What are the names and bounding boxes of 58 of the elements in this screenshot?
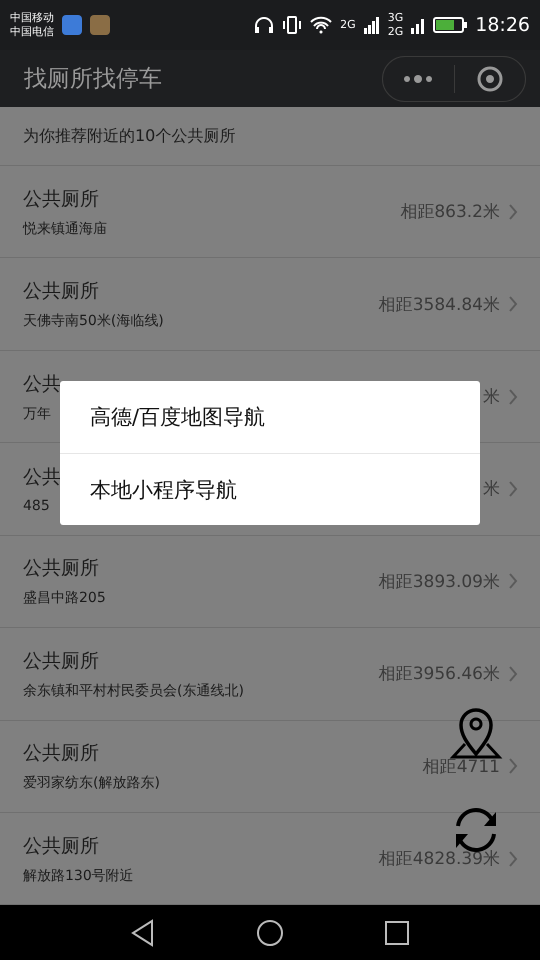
toilet-address: 解放路130号附近: [23, 866, 134, 885]
toilet-row[interactable]: 公共厕所 天佛寺南50米(海临线) 相距3584.84米: [0, 258, 540, 351]
distance-text: 相距863.2米: [400, 201, 500, 224]
vibrate-icon: [282, 16, 302, 34]
navigation-option[interactable]: 本地小程序导航: [60, 453, 480, 525]
toilet-address: 悦来镇通海庙: [23, 220, 107, 238]
clock-time: 18:26: [475, 14, 530, 36]
more-icon: [402, 74, 434, 84]
network-label: 3G: [388, 10, 404, 25]
toilet-address: 485: [23, 498, 50, 514]
battery-icon: [433, 16, 468, 34]
chevron-icon: [508, 204, 518, 220]
toilet-address: 爱羽家纺东(解放路东): [23, 774, 160, 792]
chevron-icon: [508, 480, 518, 497]
toilet-name: 公共厕所: [23, 648, 99, 674]
network-label: 2G: [388, 24, 404, 39]
chevron-icon: [508, 388, 518, 405]
back-button[interactable]: [130, 918, 156, 947]
toilet-address: 余东镇和平村村民委员会(东通线北): [23, 682, 244, 700]
signal-icon: [364, 16, 380, 34]
distance-text: 相距3956.46米: [378, 663, 500, 686]
wifi-icon: [310, 16, 332, 34]
carrier-names: 中国移动 中国电信: [10, 10, 54, 39]
distance-text: 相距3893.09米: [378, 570, 500, 593]
list-heading: 为你推荐附近的10个公共厕所: [23, 126, 236, 147]
toilet-row[interactable]: 公共厕所 悦来镇通海庙 相距863.2米: [0, 166, 540, 258]
chevron-icon: [508, 666, 518, 682]
navigation-option[interactable]: 高德/百度地图导航: [60, 381, 480, 453]
toilet-address: 万年: [23, 404, 51, 423]
chevron-icon: [508, 573, 518, 590]
toilet-name: 公共: [23, 372, 61, 397]
toilet-name: 公共厕所: [23, 186, 99, 212]
toilet-name: 公共厕所: [23, 741, 99, 766]
chevron-icon: [508, 758, 518, 774]
distance-text: 米: [483, 478, 500, 500]
distance-text: 相距3584.84米: [378, 294, 500, 316]
toilet-name: 公共厕所: [23, 279, 99, 304]
toilet-address: 盛昌中路205: [23, 589, 106, 608]
toilet-address: 天佛寺南50米(海临线): [23, 312, 164, 330]
distance-text: 米: [483, 386, 500, 408]
home-button[interactable]: [256, 918, 284, 947]
headphones-icon: [254, 16, 274, 34]
app-icon: [62, 14, 82, 35]
target-icon: [476, 66, 503, 92]
distance-text: 相距4828.39米: [378, 848, 500, 870]
toilet-row[interactable]: 公共厕所 爱羽家纺东(解放路东) 相距4711: [0, 720, 540, 813]
app-icon: [90, 14, 110, 35]
toilet-row[interactable]: 公共厕所 盛昌中路205 相距3893.09米: [0, 536, 540, 628]
toilet-row[interactable]: 公共厕所 余东镇和平村村民委员会(东通线北) 相距3956.46米: [0, 628, 540, 720]
toilet-name: 公共厕所: [23, 556, 99, 582]
distance-text: 相距4711: [422, 756, 500, 778]
recents-button[interactable]: [384, 920, 410, 946]
chevron-icon: [508, 850, 518, 867]
toilet-name: 公共: [23, 464, 61, 490]
network-label: 2G: [340, 18, 356, 32]
chevron-icon: [508, 296, 518, 312]
toilet-name: 公共厕所: [23, 834, 99, 859]
page-title: 找厕所找停车: [24, 65, 163, 94]
